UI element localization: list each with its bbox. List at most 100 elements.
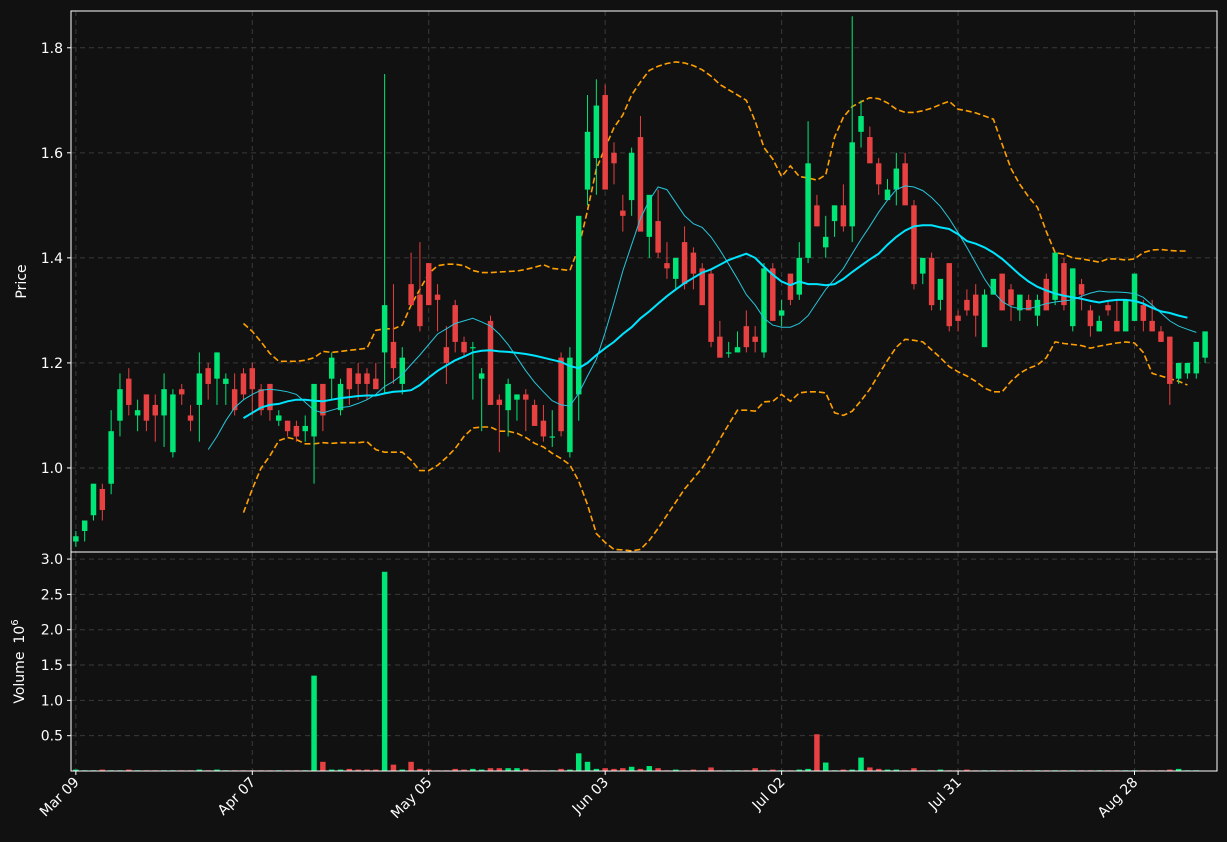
candle-down bbox=[496, 399, 503, 405]
candle-down bbox=[1140, 305, 1147, 321]
candle-up bbox=[981, 294, 988, 348]
candle-up bbox=[893, 168, 900, 190]
volume-bar bbox=[823, 762, 829, 771]
candle-down bbox=[664, 263, 670, 269]
candle-up bbox=[1034, 299, 1041, 316]
volume-label-text: Volume bbox=[12, 652, 28, 704]
price-y-tick-label: 1.6 bbox=[41, 146, 63, 162]
candle-down bbox=[320, 383, 326, 416]
candle-down bbox=[602, 95, 608, 190]
candle-up bbox=[761, 268, 767, 353]
candle-down bbox=[249, 368, 256, 390]
candle-up bbox=[1175, 362, 1182, 379]
candle-up bbox=[73, 536, 79, 542]
candle-up bbox=[1184, 362, 1191, 374]
candle-down bbox=[390, 341, 397, 369]
candle-up bbox=[567, 357, 573, 453]
candle-up bbox=[1202, 331, 1208, 358]
candle-down bbox=[373, 378, 379, 390]
candle-up bbox=[276, 415, 282, 421]
candle-up bbox=[470, 347, 476, 349]
candle-up bbox=[920, 257, 926, 274]
candle-down bbox=[814, 205, 820, 227]
candle-down bbox=[540, 420, 547, 437]
candle-up bbox=[1122, 299, 1129, 332]
candle-up bbox=[734, 347, 741, 353]
candle-up bbox=[549, 436, 555, 438]
candle-up bbox=[1131, 273, 1138, 321]
candle-up bbox=[90, 483, 97, 516]
candle-up bbox=[170, 394, 176, 453]
figure-background bbox=[0, 0, 1227, 842]
volume-y-tick-label: 1.5 bbox=[41, 658, 63, 674]
candle-up bbox=[593, 105, 600, 159]
volume-y-tick-label: 2.5 bbox=[41, 587, 63, 603]
candle-down bbox=[1008, 289, 1014, 306]
volume-label-exponent-base: 10 bbox=[12, 626, 28, 644]
candle-down bbox=[355, 373, 361, 384]
candle-down bbox=[964, 299, 970, 311]
candle-down bbox=[187, 415, 194, 421]
candle-down bbox=[284, 420, 291, 432]
candle-up bbox=[117, 389, 123, 421]
candle-down bbox=[752, 336, 758, 342]
volume-bar bbox=[708, 767, 714, 771]
candle-down bbox=[787, 273, 794, 300]
candle-down bbox=[1114, 320, 1120, 332]
candle-down bbox=[1105, 305, 1111, 311]
candle-down bbox=[911, 205, 917, 285]
volume-bar bbox=[867, 767, 873, 771]
volume-y-tick-label: 0.5 bbox=[41, 729, 63, 745]
candle-up bbox=[858, 116, 864, 132]
volume-y-tick-label: 2.0 bbox=[41, 623, 63, 639]
candle-down bbox=[875, 163, 882, 185]
volume-bar bbox=[858, 757, 864, 771]
volume-label-exponent-power: 6 bbox=[10, 619, 21, 625]
volume-y-tick-label: 3.0 bbox=[41, 552, 63, 568]
candle-down bbox=[205, 368, 211, 384]
candle-up bbox=[81, 520, 88, 531]
candle-up bbox=[628, 152, 635, 201]
price-y-tick-label: 1.4 bbox=[41, 251, 63, 267]
price-y-tick-label: 1.8 bbox=[41, 41, 63, 57]
candle-up bbox=[214, 352, 220, 379]
candle-up bbox=[584, 131, 591, 190]
candle-down bbox=[902, 163, 908, 206]
candle-up bbox=[1096, 320, 1102, 332]
candle-down bbox=[681, 242, 688, 285]
candle-down bbox=[152, 404, 158, 416]
candle-down bbox=[840, 205, 847, 227]
volume-bar bbox=[814, 734, 820, 771]
candle-down bbox=[531, 404, 538, 426]
candle-up bbox=[108, 431, 114, 484]
candle-down bbox=[972, 294, 979, 316]
volume-bar bbox=[575, 753, 582, 771]
candle-down bbox=[620, 210, 626, 216]
candle-down bbox=[611, 152, 617, 164]
candle-down bbox=[1061, 263, 1067, 306]
candle-down bbox=[717, 336, 723, 358]
volume-bar bbox=[584, 761, 591, 771]
price-y-tick-label: 1.2 bbox=[41, 356, 63, 372]
candle-down bbox=[558, 357, 564, 432]
candle-up bbox=[134, 410, 141, 416]
price-y-tick-label: 1.0 bbox=[41, 461, 63, 477]
candle-down bbox=[143, 394, 150, 421]
candle-up bbox=[381, 305, 388, 353]
volume-bar bbox=[628, 766, 635, 771]
volume-bar bbox=[311, 675, 317, 771]
candle-down bbox=[1087, 310, 1094, 327]
candle-down bbox=[99, 488, 106, 510]
volume-bar bbox=[390, 764, 397, 771]
volume-axis-label: Volume 106 bbox=[10, 619, 28, 703]
candle-down bbox=[487, 320, 494, 405]
candle-down bbox=[867, 137, 873, 164]
candle-up bbox=[505, 383, 511, 411]
candle-up bbox=[805, 163, 811, 258]
candle-down bbox=[408, 284, 414, 306]
candle-down bbox=[346, 368, 353, 390]
candle-up bbox=[673, 257, 679, 279]
candle-up bbox=[328, 357, 335, 379]
candle-down bbox=[1078, 284, 1085, 295]
candle-down bbox=[364, 373, 370, 384]
